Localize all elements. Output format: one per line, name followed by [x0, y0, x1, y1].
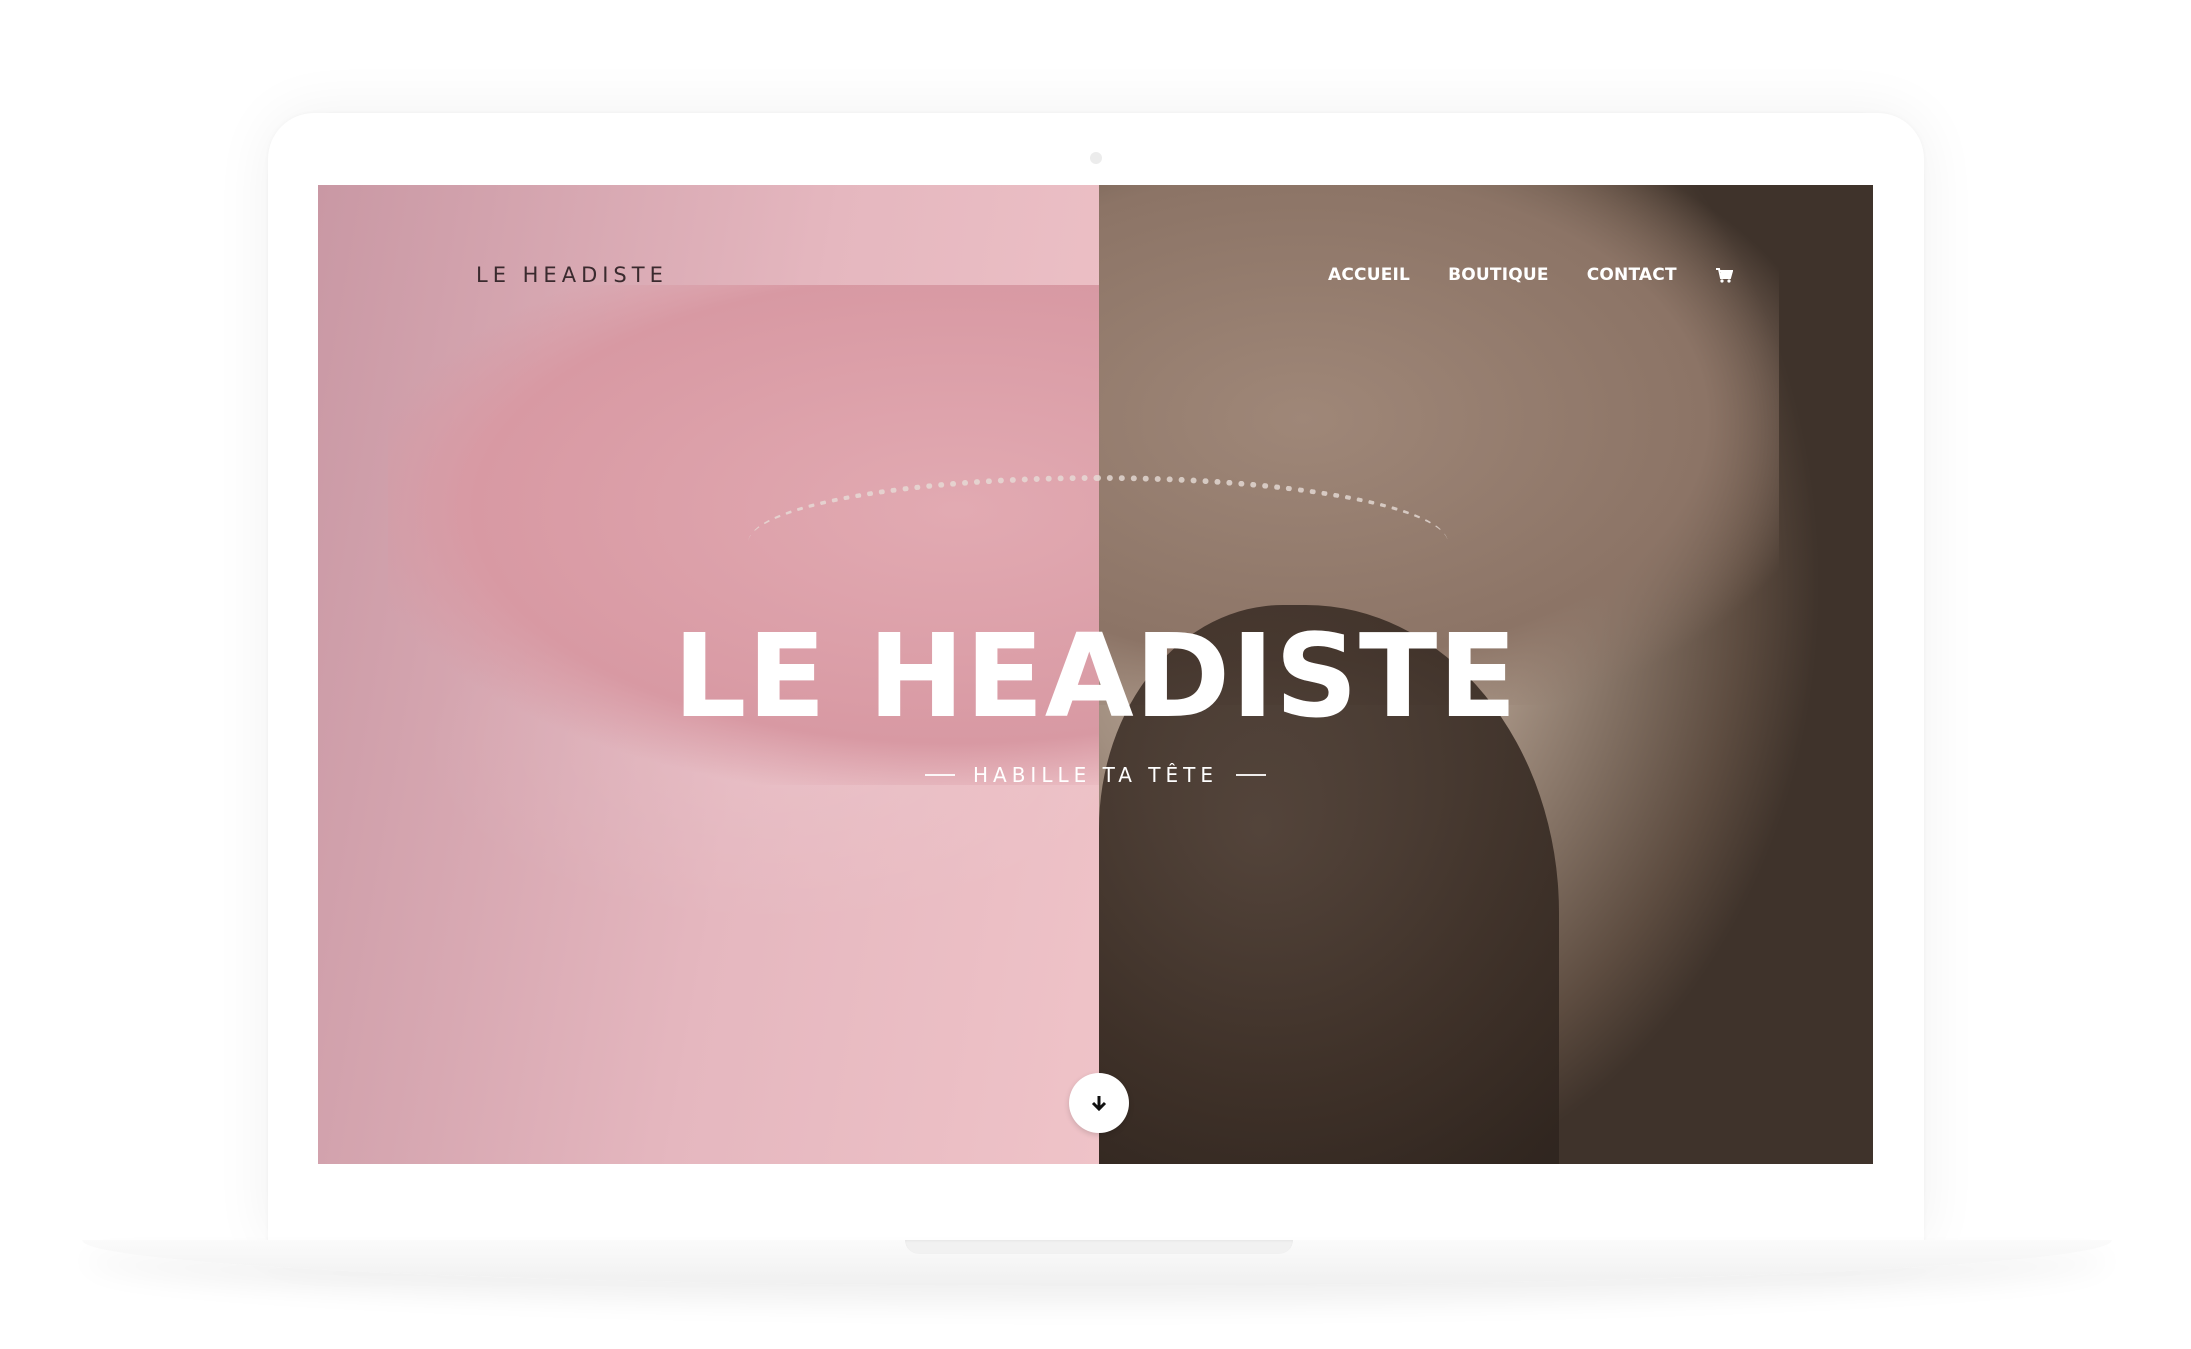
site-logo[interactable]: LE HEADISTE: [476, 263, 668, 287]
laptop-notch: [905, 1240, 1293, 1254]
subtitle-divider-right: [1236, 774, 1267, 776]
hero-subtitle-text: HABILLE TA TÊTE: [972, 763, 1219, 787]
nav-item-accueil[interactable]: ACCUEIL: [1328, 265, 1410, 285]
subtitle-divider-left: [924, 774, 955, 776]
hat-chain: [748, 475, 1448, 611]
page-stage: LE HEADISTE ACCUEIL BOUTIQUE CONTACT LE …: [0, 0, 2191, 1349]
scroll-down-button[interactable]: [1069, 1073, 1129, 1133]
main-nav: ACCUEIL BOUTIQUE CONTACT: [1328, 265, 1734, 285]
shopping-cart-icon[interactable]: [1715, 266, 1734, 284]
nav-item-contact[interactable]: CONTACT: [1587, 265, 1677, 285]
hero-title: LE HEADISTE: [673, 610, 1518, 744]
nav-item-boutique[interactable]: BOUTIQUE: [1448, 265, 1549, 285]
laptop-screen: LE HEADISTE ACCUEIL BOUTIQUE CONTACT LE …: [318, 185, 1873, 1164]
arrow-down-icon: [1091, 1096, 1107, 1112]
laptop-camera: [1090, 152, 1102, 164]
hero-subtitle: HABILLE TA TÊTE: [318, 763, 1873, 787]
